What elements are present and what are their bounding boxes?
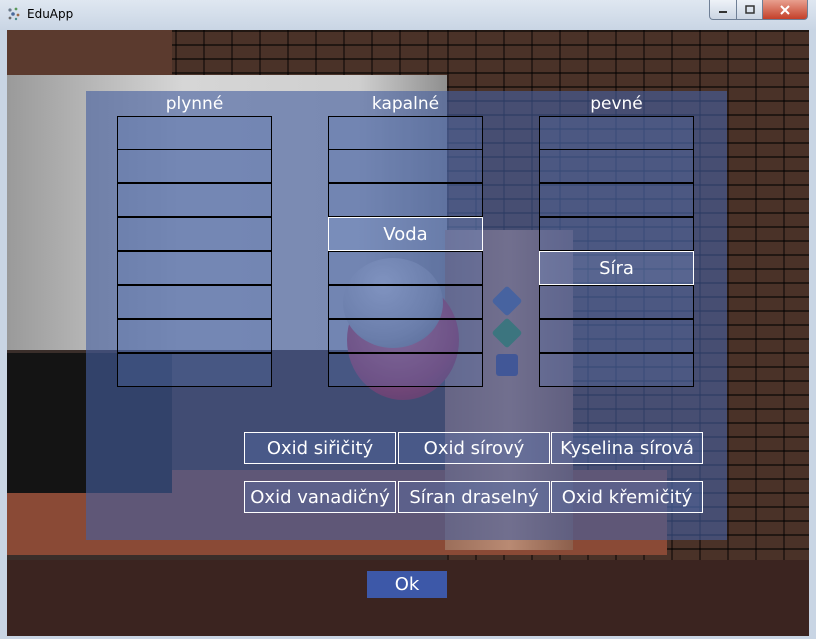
minimize-icon	[719, 10, 727, 13]
column-label-gas: plynné	[165, 94, 224, 114]
drop-slot[interactable]	[117, 116, 272, 150]
placed-item-sira[interactable]: Síra	[539, 251, 694, 285]
drop-slot[interactable]	[328, 319, 483, 353]
drop-slot[interactable]	[328, 285, 483, 319]
choice-chip[interactable]: Oxid vanadičný	[244, 481, 396, 513]
window-frame-left	[0, 30, 7, 639]
close-button[interactable]	[763, 0, 808, 20]
drop-slot[interactable]	[539, 353, 694, 387]
drop-column-gas	[117, 116, 272, 387]
window-title: EduApp	[27, 7, 74, 21]
app-icon	[8, 7, 20, 21]
drop-slot[interactable]	[117, 251, 272, 285]
drop-slot[interactable]	[117, 285, 272, 319]
placed-item-voda[interactable]: Voda	[328, 217, 483, 251]
drop-slot[interactable]	[539, 319, 694, 353]
column-label-solid: pevné	[590, 94, 643, 114]
choice-chip[interactable]: Oxid sírový	[398, 432, 550, 464]
drop-column-solid: Síra	[539, 116, 694, 387]
drop-slot[interactable]	[328, 251, 483, 285]
drop-slot[interactable]	[539, 217, 694, 251]
drop-slot[interactable]	[328, 116, 483, 150]
maximize-button[interactable]	[737, 0, 763, 20]
drop-slot[interactable]	[539, 183, 694, 217]
column-label-liquid: kapalné	[371, 94, 440, 114]
drop-column-liquid: Voda	[328, 116, 483, 387]
maximize-icon	[744, 5, 755, 14]
drop-slot[interactable]	[328, 149, 483, 183]
choice-chip[interactable]: Oxid křemičitý	[551, 481, 703, 513]
choice-chip[interactable]: Kyselina sírová	[551, 432, 703, 464]
drop-slot[interactable]	[117, 149, 272, 183]
choice-chip[interactable]: Oxid siřičitý	[244, 432, 396, 464]
drop-slot[interactable]	[117, 217, 272, 251]
close-icon	[780, 4, 790, 15]
drop-slot[interactable]	[328, 353, 483, 387]
window-frame-right	[809, 30, 816, 639]
drop-slot[interactable]	[328, 183, 483, 217]
minimize-button[interactable]	[709, 0, 737, 20]
choice-chip[interactable]: Síran draselný	[398, 481, 550, 513]
drop-slot[interactable]	[117, 183, 272, 217]
ok-button[interactable]: Ok	[367, 571, 447, 598]
scene-wall-block	[7, 30, 172, 75]
drop-slot[interactable]	[539, 149, 694, 183]
drop-slot[interactable]	[117, 353, 272, 387]
drop-slot[interactable]	[539, 116, 694, 150]
title-bar: EduApp	[0, 0, 816, 31]
drop-slot[interactable]	[117, 319, 272, 353]
drop-slot[interactable]	[539, 285, 694, 319]
